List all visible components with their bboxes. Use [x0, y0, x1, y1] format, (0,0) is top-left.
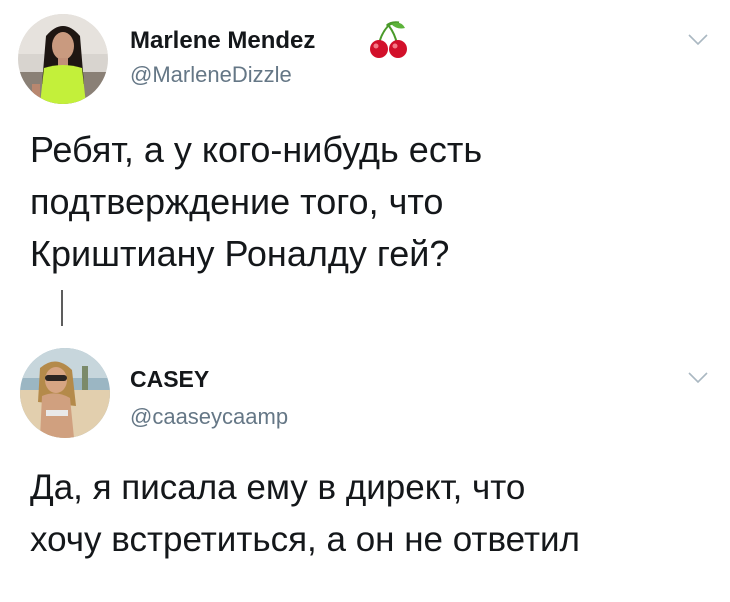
tweet-casey: CASEY @caaseycaamp Да, я писала ему в ди… — [0, 330, 730, 602]
username-handle[interactable]: @MarleneDizzle — [130, 62, 292, 88]
avatar[interactable] — [20, 348, 110, 438]
chevron-down-icon[interactable] — [688, 34, 708, 46]
avatar[interactable] — [18, 14, 108, 104]
cherries-icon — [370, 21, 407, 58]
display-name[interactable]: CASEY — [130, 366, 209, 393]
tweet-text: Да, я писала ему в директ, что хочу встр… — [30, 468, 580, 559]
thread-line — [61, 290, 63, 326]
username-handle[interactable]: @caaseycaamp — [130, 404, 288, 430]
chevron-down-icon[interactable] — [688, 372, 708, 384]
display-name[interactable]: Marlene Mendez — [130, 27, 315, 55]
avatar-photo — [18, 14, 108, 104]
tweet-text: Ребят, а у кого-нибудь есть подтверждени… — [30, 129, 483, 274]
avatar-photo — [20, 348, 110, 438]
tweet-marlene: Marlene Mendez @MarleneDizzle Ребят, а у… — [0, 0, 730, 330]
